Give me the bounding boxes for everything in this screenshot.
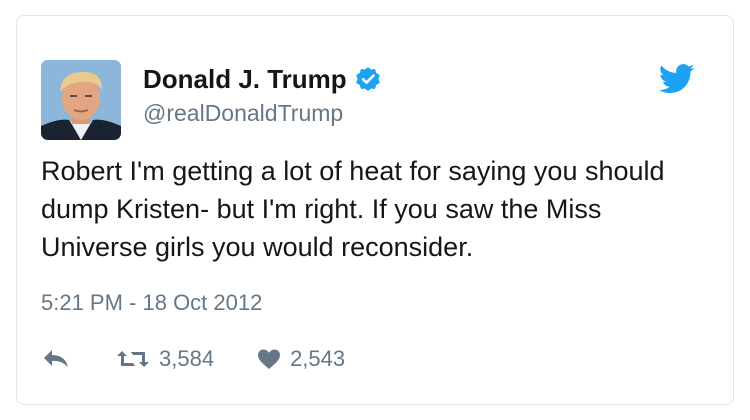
reply-icon — [41, 347, 71, 371]
retweet-button[interactable]: 3,584 — [115, 346, 214, 372]
tweet-actions: 3,584 2,543 — [41, 344, 345, 374]
tweet-card: Donald J. Trump @realDonaldTrump Robert … — [16, 15, 734, 405]
tweet-text: Robert I'm getting a lot of heat for say… — [41, 156, 665, 262]
retweet-count: 3,584 — [159, 346, 215, 371]
retweet-icon — [115, 347, 151, 371]
like-count: 2,543 — [290, 346, 346, 371]
heart-icon — [256, 347, 282, 371]
verified-badge-icon — [355, 66, 381, 92]
avatar[interactable] — [41, 60, 121, 140]
avatar-portrait-image — [41, 60, 121, 140]
author-handle[interactable]: @realDonaldTrump — [143, 100, 343, 127]
author-row: Donald J. Trump — [143, 62, 381, 96]
tweet-timestamp[interactable]: 5:21 PM - 18 Oct 2012 — [41, 290, 262, 316]
author-name[interactable]: Donald J. Trump — [143, 64, 347, 95]
twitter-bird-icon[interactable] — [658, 64, 695, 94]
like-button[interactable]: 2,543 — [256, 346, 345, 372]
reply-button[interactable] — [41, 347, 71, 371]
